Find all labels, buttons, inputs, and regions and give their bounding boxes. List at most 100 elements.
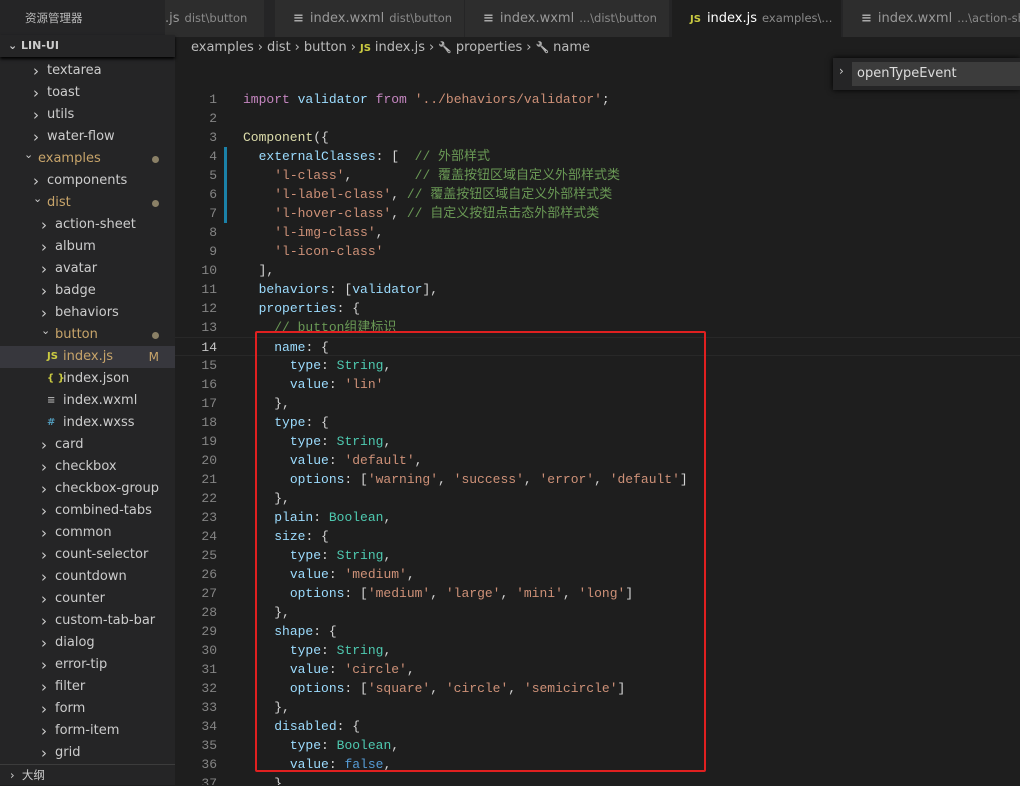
tree-item-filter[interactable]: › filter bbox=[0, 676, 175, 698]
code-token: , bbox=[391, 738, 400, 753]
code-line[interactable]: 13 // button组建标识 bbox=[175, 318, 1020, 337]
code-line[interactable]: 6 'l-label-class', // 覆盖按钮区域自定义外部样式类 bbox=[175, 185, 1020, 204]
tab-index-wxml[interactable]: ≡ index.wxml ...\dist\button bbox=[465, 0, 670, 37]
outline-section[interactable]: › 大纲 bbox=[0, 764, 175, 785]
file-tree[interactable]: ›tag›textarea›toast›utils›water-flow⌄exa… bbox=[0, 49, 175, 764]
breadcrumb-item[interactable]: dist bbox=[267, 40, 291, 55]
code-line[interactable]: 8 'l-img-class', bbox=[175, 223, 1020, 242]
tree-item-utils[interactable]: › utils bbox=[0, 104, 175, 126]
code-line[interactable]: 32 options: ['square', 'circle', 'semici… bbox=[175, 679, 1020, 698]
tree-item-button[interactable]: ⌄ button bbox=[0, 324, 175, 346]
code-editor[interactable]: 1 import validator from '../behaviors/val… bbox=[175, 90, 1020, 785]
code-line[interactable]: 7 'l-hover-class', // 自定义按钮点击态外部样式类 bbox=[175, 204, 1020, 223]
tree-item-common[interactable]: › common bbox=[0, 522, 175, 544]
code-line[interactable]: 37 }, bbox=[175, 774, 1020, 785]
code-token: type bbox=[289, 738, 322, 753]
tree-item-card[interactable]: › card bbox=[0, 434, 175, 456]
code-line[interactable]: 12 properties: { bbox=[175, 299, 1020, 318]
tree-item-error-tip[interactable]: › error-tip bbox=[0, 654, 175, 676]
chevron-right-icon: › bbox=[429, 40, 435, 55]
code-content: options: ['warning', 'success', 'error',… bbox=[243, 470, 688, 489]
tree-item-form[interactable]: › form bbox=[0, 698, 175, 720]
code-line[interactable]: 30 type: String, bbox=[175, 641, 1020, 660]
tree-item-checkbox-group[interactable]: › checkbox-group bbox=[0, 478, 175, 500]
code-line[interactable]: 33 }, bbox=[175, 698, 1020, 717]
code-line[interactable]: 28 }, bbox=[175, 603, 1020, 622]
code-line[interactable]: 15 type: String, bbox=[175, 356, 1020, 375]
code-line[interactable]: 21 options: ['warning', 'success', 'erro… bbox=[175, 470, 1020, 489]
tree-item-textarea[interactable]: › textarea bbox=[0, 60, 175, 82]
code-line[interactable]: 36 value: false, bbox=[175, 755, 1020, 774]
code-line[interactable]: 4 externalClasses: [ // 外部样式 bbox=[175, 147, 1020, 166]
code-line[interactable]: 20 value: 'default', bbox=[175, 451, 1020, 470]
tab-index-wxml[interactable]: ≡ index.wxml dist\button bbox=[275, 0, 465, 37]
modified-gutter-marker bbox=[224, 204, 227, 223]
tree-item-badge[interactable]: › badge bbox=[0, 280, 175, 302]
tree-item-components[interactable]: › components bbox=[0, 170, 175, 192]
code-line[interactable]: 11 behaviors: [validator], bbox=[175, 280, 1020, 299]
code-line[interactable]: 18 type: { bbox=[175, 413, 1020, 432]
sticky-symbol-input[interactable]: openTypeEvent bbox=[852, 62, 1020, 86]
breadcrumb-item[interactable]: button bbox=[304, 40, 347, 55]
chevron-down-icon: ⌄ bbox=[24, 148, 34, 161]
code-line[interactable]: 17 }, bbox=[175, 394, 1020, 413]
sticky-scroll-widget[interactable]: › openTypeEvent bbox=[833, 58, 1020, 90]
tree-item-behaviors[interactable]: › behaviors bbox=[0, 302, 175, 324]
tree-item-countdown[interactable]: › countdown bbox=[0, 566, 175, 588]
tree-item-album[interactable]: › album bbox=[0, 236, 175, 258]
code-token: ], bbox=[422, 282, 439, 297]
tree-item-grid[interactable]: › grid bbox=[0, 742, 175, 764]
line-number: 6 bbox=[209, 187, 217, 202]
tab-index-js[interactable]: .js dist\button bbox=[165, 0, 265, 37]
tree-item-action-sheet[interactable]: › action-sheet bbox=[0, 214, 175, 236]
tree-item-dialog[interactable]: › dialog bbox=[0, 632, 175, 654]
code-line[interactable]: 22 }, bbox=[175, 489, 1020, 508]
tree-item-checkbox[interactable]: › checkbox bbox=[0, 456, 175, 478]
tab-index-wxml[interactable]: ≡ index.wxml ...\action-sheet bbox=[843, 0, 1020, 37]
chevron-right-icon: › bbox=[41, 722, 47, 740]
code-line[interactable]: 34 disabled: { bbox=[175, 717, 1020, 736]
code-line[interactable]: 35 type: Boolean, bbox=[175, 736, 1020, 755]
code-line[interactable]: 14 name: { bbox=[175, 337, 1020, 356]
code-token: String bbox=[336, 434, 384, 449]
tree-item-toast[interactable]: › toast bbox=[0, 82, 175, 104]
tree-item-index-js[interactable]: JS index.js M bbox=[0, 346, 175, 368]
code-line[interactable]: 1 import validator from '../behaviors/val… bbox=[175, 90, 1020, 109]
tree-item-custom-tab-bar[interactable]: › custom-tab-bar bbox=[0, 610, 175, 632]
tree-item-index-wxml[interactable]: ≡ index.wxml bbox=[0, 390, 175, 412]
close-icon[interactable]: ✕ bbox=[840, 11, 841, 25]
tab-description: dist\button bbox=[389, 11, 453, 25]
tree-item-form-item[interactable]: › form-item bbox=[0, 720, 175, 742]
code-line[interactable]: 25 type: String, bbox=[175, 546, 1020, 565]
code-line[interactable]: 24 size: { bbox=[175, 527, 1020, 546]
tree-item-index-wxss[interactable]: # index.wxss bbox=[0, 412, 175, 434]
tab-index-js[interactable]: JS index.js examples\... ✕ bbox=[672, 0, 842, 37]
workspace-root[interactable]: ⌄ LIN-UI bbox=[0, 35, 175, 57]
code-line[interactable]: 23 plain: Boolean, bbox=[175, 508, 1020, 527]
code-line[interactable]: 31 value: 'circle', bbox=[175, 660, 1020, 679]
breadcrumb-item[interactable]: examples bbox=[191, 40, 254, 55]
tree-item-examples[interactable]: ⌄ examples bbox=[0, 148, 175, 170]
tree-item-counter[interactable]: › counter bbox=[0, 588, 175, 610]
breadcrumb-item[interactable]: index.js bbox=[375, 40, 425, 55]
tree-item-combined-tabs[interactable]: › combined-tabs bbox=[0, 500, 175, 522]
code-token: ] bbox=[679, 472, 688, 487]
code-line[interactable]: 10 ], bbox=[175, 261, 1020, 280]
code-line[interactable]: 26 value: 'medium', bbox=[175, 565, 1020, 584]
tree-item-count-selector[interactable]: › count-selector bbox=[0, 544, 175, 566]
chevron-down-icon: ⌄ bbox=[41, 324, 51, 337]
line-number: 18 bbox=[201, 415, 217, 430]
tree-item-index-json[interactable]: { } index.json bbox=[0, 368, 175, 390]
code-line[interactable]: 2 bbox=[175, 109, 1020, 128]
breadcrumb-item[interactable]: name bbox=[553, 40, 590, 55]
code-line[interactable]: 19 type: String, bbox=[175, 432, 1020, 451]
code-line[interactable]: 9 'l-icon-class' bbox=[175, 242, 1020, 261]
code-line[interactable]: 16 value: 'lin' bbox=[175, 375, 1020, 394]
tree-item-dist[interactable]: ⌄ dist bbox=[0, 192, 175, 214]
tree-item-avatar[interactable]: › avatar bbox=[0, 258, 175, 280]
code-line[interactable]: 27 options: ['medium', 'large', 'mini', … bbox=[175, 584, 1020, 603]
code-line[interactable]: 3 Component({ bbox=[175, 128, 1020, 147]
code-line[interactable]: 29 shape: { bbox=[175, 622, 1020, 641]
code-line[interactable]: 5 'l-class', // 覆盖按钮区域自定义外部样式类 bbox=[175, 166, 1020, 185]
breadcrumb-item[interactable]: properties bbox=[456, 40, 522, 55]
